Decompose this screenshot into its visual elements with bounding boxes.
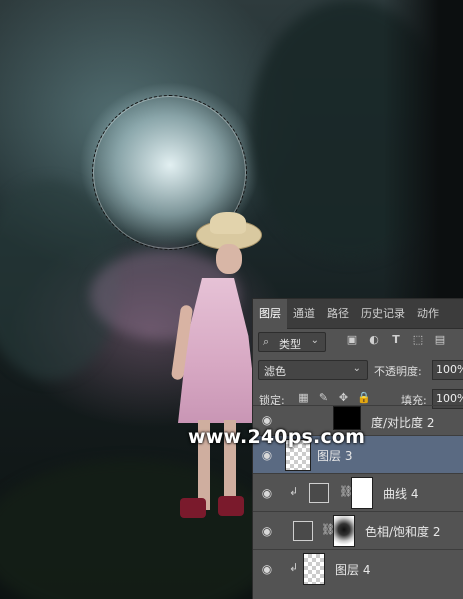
face [216, 244, 242, 274]
clipping-arrow-icon: ↲ [289, 561, 299, 574]
lock-move-icon[interactable]: ✥ [337, 391, 350, 404]
watermark-text: www.240ps.com [188, 426, 366, 448]
eye-icon[interactable]: ◉ [259, 447, 275, 463]
filter-row: ⌕ 类型 ⌄ ▣ ◐ T ⬚ ▤ [253, 329, 463, 357]
layers-panel: 图层 通道 路径 历史记录 动作 ⌕ 类型 ⌄ ▣ ◐ T ⬚ ▤ 滤色 ⌄ 不… [252, 298, 463, 599]
layer-row-curves-4[interactable]: ◉ ↲ ⛓ 曲线 4 [253, 473, 463, 511]
search-icon: ⌕ [263, 335, 270, 348]
eye-icon[interactable]: ◉ [259, 561, 275, 577]
girl-figure [170, 212, 265, 540]
shoe-left [180, 498, 206, 518]
layer-row-layer-4[interactable]: ◉ ↲ 图层 4 [253, 549, 463, 587]
dark-edge [383, 0, 463, 300]
tab-actions[interactable]: 动作 [411, 299, 445, 329]
tab-paths[interactable]: 路径 [321, 299, 355, 329]
chevron-down-icon: ⌄ [352, 363, 361, 374]
lock-paint-icon[interactable]: ✎ [317, 391, 330, 404]
hue-saturation-adjustment-icon[interactable] [293, 521, 313, 541]
opacity-input[interactable]: 100% [432, 360, 463, 380]
tab-layers[interactable]: 图层 [253, 299, 287, 329]
smart-object-filter-icon[interactable]: ▤ [433, 333, 447, 347]
lock-pixels-icon[interactable]: ▦ [297, 391, 310, 404]
layer-thumbnail[interactable] [303, 553, 325, 585]
layer-name: 曲线 4 [383, 487, 419, 501]
adjustment-filter-icon[interactable]: ◐ [367, 333, 381, 347]
lock-all-icon[interactable]: 🔒 [357, 391, 371, 404]
shape-filter-icon[interactable]: ⬚ [411, 333, 425, 347]
eye-icon[interactable]: ◉ [259, 523, 275, 539]
image-filter-icon[interactable]: ▣ [345, 333, 359, 347]
blend-row: 滤色 ⌄ 不透明度: 100% [253, 357, 463, 385]
text-filter-icon[interactable]: T [389, 333, 403, 347]
layer-name: 图层 4 [335, 563, 371, 577]
layer-name: 色相/饱和度 2 [365, 525, 441, 539]
eye-icon[interactable]: ◉ [259, 485, 275, 501]
blend-mode-value: 滤色 [264, 365, 286, 378]
chevron-down-icon: ⌄ [310, 335, 319, 346]
filter-kind-select[interactable]: ⌕ 类型 ⌄ [258, 332, 326, 352]
layer-mask-thumbnail[interactable] [333, 515, 355, 547]
layer-name: 度/对比度 2 [371, 416, 435, 430]
pink-dress [178, 278, 258, 423]
filter-kind-label: 类型 [279, 338, 301, 351]
layer-mask-thumbnail[interactable] [351, 477, 373, 509]
layer-name: 图层 3 [317, 449, 353, 463]
tab-channels[interactable]: 通道 [287, 299, 321, 329]
opacity-label: 不透明度: [374, 365, 422, 378]
layer-row-hue-saturation-2[interactable]: ◉ ⛓ 色相/饱和度 2 [253, 511, 463, 549]
curves-adjustment-icon[interactable] [309, 483, 329, 503]
hat-crown [210, 212, 246, 234]
clipping-arrow-icon: ↲ [289, 485, 299, 498]
blend-mode-select[interactable]: 滤色 ⌄ [258, 360, 368, 380]
tab-history[interactable]: 历史记录 [355, 299, 411, 329]
shoe-right [218, 496, 244, 516]
panel-tabs: 图层 通道 路径 历史记录 动作 [253, 299, 463, 329]
